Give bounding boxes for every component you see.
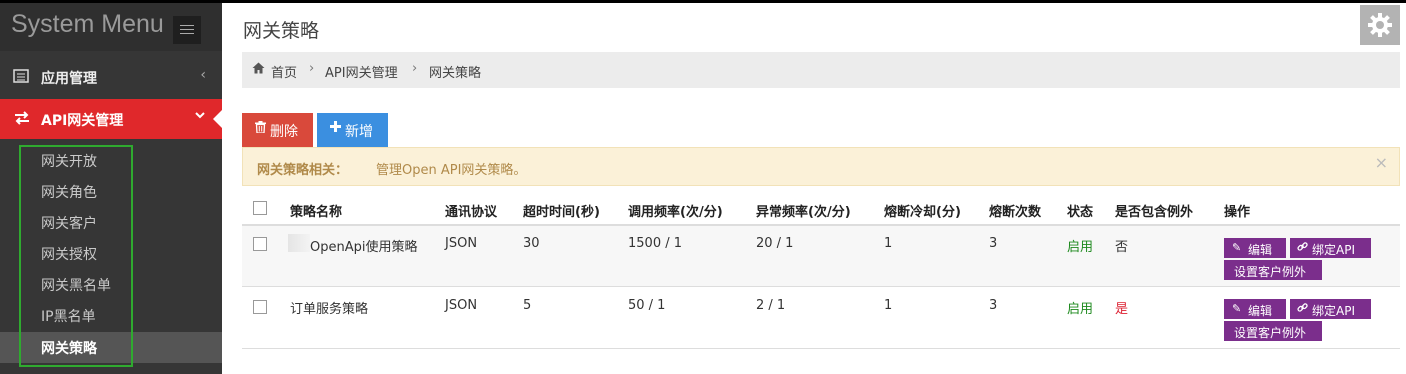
- column-header: 状态: [1067, 205, 1094, 220]
- alert-text: 管理Open API网关策略。: [376, 163, 527, 178]
- home-icon: [252, 62, 265, 78]
- column-header: 异常频率(次/分): [756, 205, 851, 220]
- breaks-cell: 3: [989, 236, 998, 251]
- exchange-icon: [13, 111, 31, 129]
- chevron-down-icon: [194, 109, 206, 125]
- link-icon: [1297, 302, 1308, 316]
- rate-cell: 1500 / 1: [628, 236, 682, 251]
- link-icon: [1297, 241, 1308, 255]
- sidebar: System Menu 应用管理 ‹ API网关管理 网关开放 网关角色 网关客…: [0, 3, 222, 374]
- menu-toggle-button[interactable]: [173, 16, 201, 44]
- edit-button[interactable]: ✎ 编辑: [1224, 238, 1286, 258]
- submenu-highlight-outline: [19, 145, 133, 367]
- cooldown-cell: 1: [884, 298, 893, 313]
- info-alert: 网关策略相关： 管理Open API网关策略。 ×: [242, 147, 1400, 186]
- breadcrumb: 首页 › API网关管理 › 网关策略: [242, 52, 1400, 88]
- column-header: 调用频率(次/分): [628, 205, 723, 220]
- policy-name: OpenApi使用策略: [310, 240, 418, 255]
- column-header: 通讯协议: [445, 205, 498, 220]
- timeout-cell: 30: [523, 236, 540, 251]
- row-checkbox[interactable]: [253, 300, 267, 314]
- column-header: 操作: [1224, 205, 1251, 220]
- column-header: 超时时间(秒): [523, 205, 600, 220]
- edit-icon: ✎: [1232, 241, 1242, 254]
- delete-button[interactable]: 删除: [242, 113, 313, 147]
- brand-title: System Menu: [11, 10, 164, 38]
- set-exception-button-label: 设置客户例外: [1234, 326, 1307, 340]
- protocol-cell: JSON: [445, 236, 478, 251]
- select-all-checkbox[interactable]: [253, 201, 267, 215]
- column-header: 策略名称: [290, 205, 343, 220]
- chevron-left-icon: ‹: [200, 67, 206, 83]
- column-header: 熔断次数: [989, 205, 1042, 220]
- brand-bar: System Menu: [0, 3, 222, 51]
- main-content: 网关策略 首页 › API网关管理 › 网关策略 删除 新增 网关策略相关： 管…: [222, 3, 1406, 374]
- gear-icon: [1368, 13, 1392, 37]
- edit-button[interactable]: ✎ 编辑: [1224, 299, 1286, 319]
- breadcrumb-separator: ›: [309, 61, 315, 76]
- page-title: 网关策略: [243, 20, 320, 42]
- set-exception-button-label: 设置客户例外: [1234, 265, 1307, 279]
- sidebar-item-label: API网关管理: [41, 113, 124, 129]
- exception-cell: 否: [1115, 240, 1129, 255]
- rate-cell: 50 / 1: [628, 298, 666, 313]
- bind-api-button-label: 绑定API: [1312, 243, 1355, 257]
- column-header: 熔断冷却(分): [884, 205, 961, 220]
- hamburger-icon-line: [180, 29, 194, 30]
- row-checkbox[interactable]: [253, 237, 267, 251]
- bind-api-button-label: 绑定API: [1312, 304, 1355, 318]
- error-rate-cell: 2 / 1: [756, 298, 786, 313]
- trash-icon: [255, 121, 266, 137]
- bind-api-button[interactable]: 绑定API: [1290, 238, 1371, 258]
- sidebar-item-api-gateway[interactable]: API网关管理: [0, 99, 222, 139]
- edit-button-label: 编辑: [1248, 243, 1273, 257]
- set-exception-button[interactable]: 设置客户例外: [1224, 321, 1322, 341]
- error-rate-cell: 20 / 1: [756, 236, 794, 251]
- sidebar-item-label: 应用管理: [41, 71, 97, 87]
- breadcrumb-current: 网关策略: [429, 66, 482, 81]
- redacted-name-prefix: [288, 234, 310, 252]
- edit-icon: ✎: [1232, 302, 1242, 315]
- status-badge: 启用: [1067, 302, 1094, 317]
- settings-button[interactable]: [1360, 5, 1400, 45]
- column-header: 是否包含例外: [1115, 205, 1194, 220]
- cooldown-cell: 1: [884, 236, 893, 251]
- breadcrumb-separator: ›: [412, 61, 418, 76]
- set-exception-button[interactable]: 设置客户例外: [1224, 260, 1322, 280]
- plus-icon: [330, 121, 341, 136]
- protocol-cell: JSON: [445, 298, 478, 313]
- edit-button-label: 编辑: [1248, 304, 1273, 318]
- add-button[interactable]: 新增: [317, 113, 388, 147]
- breaks-cell: 3: [989, 298, 998, 313]
- breadcrumb-home[interactable]: 首页: [271, 62, 297, 81]
- table-header-row: 策略名称 通讯协议 超时时间(秒) 调用频率(次/分) 异常频率(次/分) 熔断…: [242, 190, 1400, 226]
- breadcrumb-api-gateway[interactable]: API网关管理: [325, 62, 398, 81]
- close-icon[interactable]: ×: [1375, 153, 1388, 172]
- app-icon: [13, 69, 29, 87]
- policy-name: 订单服务策略: [290, 302, 369, 317]
- delete-button-label: 删除: [270, 124, 298, 140]
- timeout-cell: 5: [523, 298, 532, 313]
- add-button-label: 新增: [345, 124, 373, 140]
- alert-title: 网关策略相关：: [257, 163, 349, 178]
- hamburger-icon-line: [180, 33, 194, 34]
- hamburger-icon-line: [180, 25, 194, 26]
- table-row: 订单服务策略 JSON 5 50 / 1 2 / 1 1 3 启用 是 ✎ 编辑…: [242, 288, 1400, 349]
- table-row: OpenApi使用策略 JSON 30 1500 / 1 20 / 1 1 3 …: [242, 226, 1400, 287]
- bind-api-button[interactable]: 绑定API: [1290, 299, 1371, 319]
- exception-cell: 是: [1115, 302, 1129, 317]
- status-badge: 启用: [1067, 240, 1094, 255]
- sidebar-item-app-management[interactable]: 应用管理 ‹: [0, 57, 222, 97]
